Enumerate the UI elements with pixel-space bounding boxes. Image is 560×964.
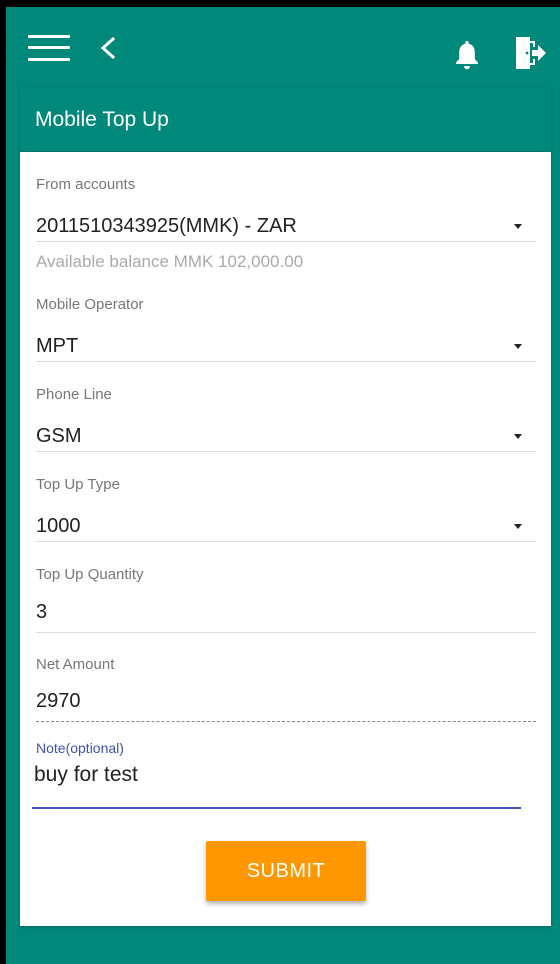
from-accounts-label: From accounts: [36, 176, 136, 193]
net-amount-dotted-underline: [36, 721, 536, 722]
mobile-operator-value: MPT: [36, 335, 79, 357]
back-icon[interactable]: [96, 31, 120, 65]
status-bar-strip: [0, 0, 560, 7]
card-title: Mobile Top Up: [35, 108, 169, 131]
app-bar: [6, 7, 560, 87]
phone-line-select[interactable]: GSM: [36, 416, 536, 456]
mobile-operator-label: Mobile Operator: [36, 296, 144, 313]
top-up-quantity-label: Top Up Quantity: [36, 566, 144, 583]
note-focus-underline: [32, 807, 521, 809]
from-accounts-underline: [36, 241, 536, 242]
logout-icon[interactable]: [512, 35, 548, 71]
bell-icon[interactable]: [453, 37, 481, 71]
submit-button[interactable]: SUBMIT: [206, 841, 366, 901]
from-accounts-select[interactable]: 2011510343925(MMK) - ZAR: [36, 206, 536, 246]
dropdown-caret-icon: [514, 524, 522, 529]
phone-line-label: Phone Line: [36, 386, 112, 403]
top-up-type-value: 1000: [36, 515, 81, 537]
top-up-type-label: Top Up Type: [36, 476, 120, 493]
left-edge-strip: [0, 7, 6, 964]
net-amount-label: Net Amount: [36, 656, 115, 673]
mobile-operator-select[interactable]: MPT: [36, 326, 536, 366]
top-up-type-select[interactable]: 1000: [36, 506, 536, 546]
mobile-operator-underline: [36, 361, 536, 362]
mobile-top-up-card: Mobile Top Up From accounts 201151034392…: [20, 87, 551, 926]
note-input[interactable]: [32, 760, 526, 790]
dropdown-caret-icon: [514, 434, 522, 439]
note-label: Note(optional): [36, 740, 124, 756]
top-up-quantity-underline: [36, 632, 536, 633]
dropdown-caret-icon: [514, 224, 522, 229]
available-balance-text: Available balance MMK 102,000.00: [36, 252, 304, 271]
phone-line-value: GSM: [36, 425, 82, 447]
dropdown-caret-icon: [514, 344, 522, 349]
phone-line-underline: [36, 451, 536, 452]
card-header: Mobile Top Up: [20, 87, 551, 152]
menu-icon[interactable]: [28, 31, 70, 65]
top-up-type-underline: [36, 541, 536, 542]
net-amount-value: 2970: [36, 690, 81, 712]
top-up-quantity-input[interactable]: [34, 598, 516, 626]
from-accounts-value: 2011510343925(MMK) - ZAR: [36, 215, 297, 237]
